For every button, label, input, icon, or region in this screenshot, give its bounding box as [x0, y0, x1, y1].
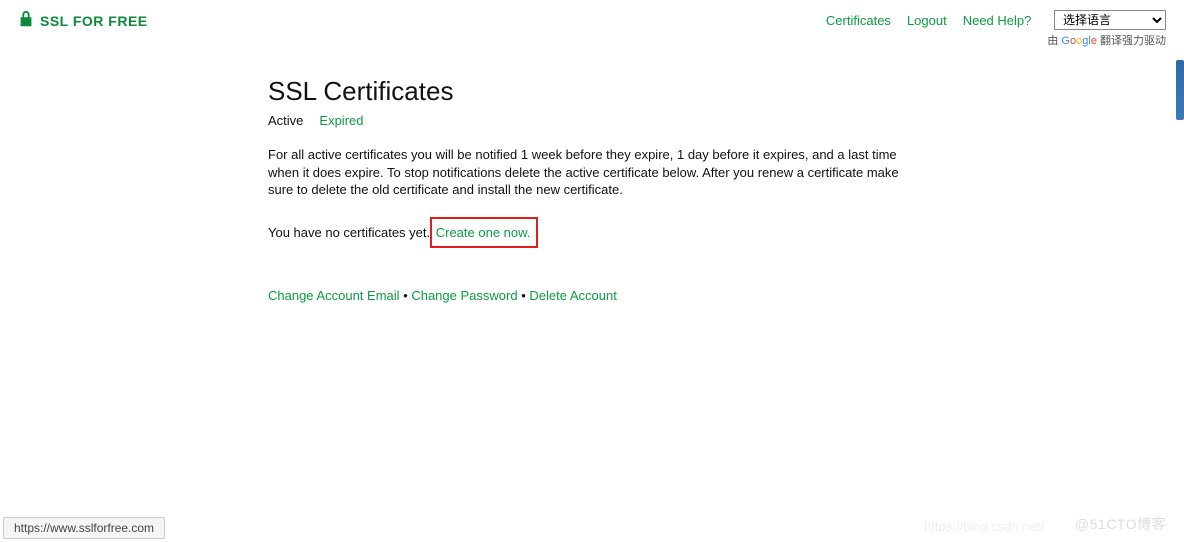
account-links: Change Account Email • Change Password •… [268, 288, 908, 303]
info-text: For all active certificates you will be … [268, 146, 908, 199]
nav-logout[interactable]: Logout [907, 10, 947, 28]
nav-help[interactable]: Need Help? [963, 10, 1032, 28]
language-caption: 由 Google 翻译强力驱动 [1047, 32, 1166, 48]
create-highlight: Create one now. [430, 217, 539, 248]
brand-text: SSL FOR FREE [40, 13, 148, 29]
create-one-link[interactable]: Create one now. [436, 225, 531, 240]
delete-account-link[interactable]: Delete Account [529, 288, 616, 303]
page-title: SSL Certificates [268, 76, 908, 107]
language-widget: 选择语言 由 Google 翻译强力驱动 [1047, 10, 1166, 48]
tabs: Active Expired [268, 113, 908, 128]
scroll-indicator[interactable] [1176, 60, 1184, 120]
change-email-link[interactable]: Change Account Email [268, 288, 400, 303]
lock-icon [18, 10, 34, 31]
header: SSL FOR FREE Certificates Logout Need He… [0, 0, 1184, 48]
language-select[interactable]: 选择语言 [1054, 10, 1166, 30]
main-content: SSL Certificates Active Expired For all … [268, 76, 908, 303]
nav-right: Certificates Logout Need Help? 选择语言 由 Go… [826, 10, 1166, 48]
logo[interactable]: SSL FOR FREE [18, 10, 148, 31]
no-certs-line: You have no certificates yet. Create one… [268, 217, 908, 248]
no-certs-prefix: You have no certificates yet. [268, 225, 434, 240]
nav-certificates[interactable]: Certificates [826, 10, 891, 28]
status-bar: https://www.sslforfree.com [3, 517, 165, 539]
tab-expired[interactable]: Expired [319, 113, 363, 128]
watermark-51cto: @51CTO博客 [1075, 514, 1166, 534]
tab-active[interactable]: Active [268, 113, 303, 128]
change-password-link[interactable]: Change Password [411, 288, 517, 303]
watermark-csdn: https://blog.csdn.net/ [924, 519, 1044, 534]
google-logo-text: Google [1061, 35, 1097, 47]
